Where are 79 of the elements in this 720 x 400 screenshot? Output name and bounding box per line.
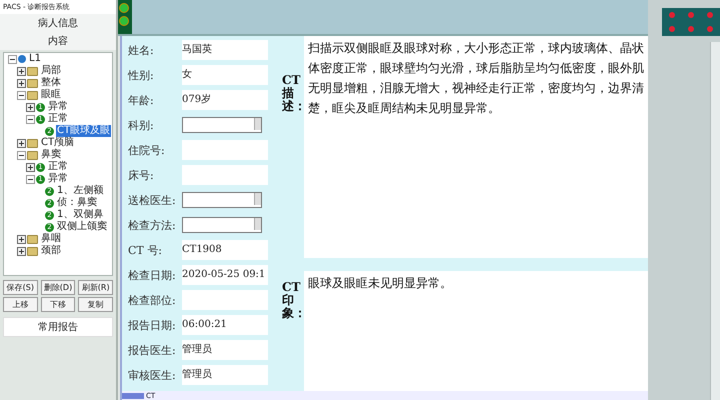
text-field[interactable]: 06:00:21 [182, 315, 268, 335]
tree-item[interactable]: 异常 [47, 173, 69, 185]
field-label: CT 号: [128, 242, 163, 258]
tree-item[interactable]: 眼眶 [40, 89, 62, 101]
field-label: 报告医生: [128, 342, 177, 358]
field-label: 审核医生: [128, 368, 177, 382]
expand-toggle[interactable] [17, 138, 26, 148]
folder-icon [27, 66, 38, 76]
expand-toggle[interactable] [26, 174, 35, 184]
field-label: 科别: [128, 118, 155, 132]
toolbar-button[interactable]: 上移 [3, 297, 38, 312]
sheet-nav-icon[interactable] [122, 392, 144, 398]
tree-item[interactable]: 正常 [47, 113, 69, 125]
tree-item[interactable]: 鼻窦 [40, 149, 62, 161]
tree-item[interactable]: 1、左侧额 [56, 185, 104, 197]
node-icon [18, 55, 26, 63]
expand-toggle[interactable] [26, 162, 35, 172]
text-field[interactable] [182, 140, 268, 160]
expand-toggle[interactable] [26, 102, 35, 112]
description-text[interactable]: 扫描示双侧眼眶及眼球对称，大小形态正常，球内玻璃体、晶状体密度正常，眼球壁均匀光滑，球后脂肪呈均匀低密度，眼外肌无明显增粗，泪腺无增大，视神经走行正常，密度均匀，边界清楚，眶尖及眶周结构未见明显异常。 [304, 36, 648, 258]
text-field[interactable]: 马国英 [182, 40, 268, 60]
toolbar-button[interactable]: 复制 [78, 297, 114, 312]
impression-label: CT印象： [282, 279, 304, 322]
tree-item[interactable]: 正常 [47, 161, 69, 173]
toolbar-button[interactable]: 下移 [40, 297, 76, 312]
folder-icon [27, 138, 38, 148]
description-label: CT描述： [282, 72, 304, 116]
expand-toggle[interactable] [8, 54, 17, 64]
text-field[interactable]: 079岁 [182, 90, 268, 110]
dropdown-field[interactable] [182, 117, 262, 133]
tree-item[interactable]: 颈部 [40, 245, 62, 257]
field-label: 报告日期: [128, 318, 177, 332]
tree-item[interactable]: 局部 [40, 65, 62, 77]
tree-item[interactable]: CT眼球及眼 [56, 125, 112, 137]
text-field[interactable]: 女 [182, 65, 268, 85]
field-label: 送检医生: [128, 192, 177, 208]
expand-toggle[interactable] [26, 114, 35, 124]
text-field[interactable]: CT1908 [182, 240, 268, 260]
panel-header: 病人信息 [0, 14, 116, 32]
panel-subheader: 内容 [0, 32, 116, 50]
text-field[interactable]: 管理员 [182, 340, 268, 360]
expand-toggle[interactable] [17, 78, 26, 88]
text-field[interactable]: 管理员 [182, 365, 268, 385]
folder-icon [27, 78, 38, 88]
text-field[interactable] [182, 290, 268, 310]
field-label: 床号: [128, 168, 155, 182]
tree-item[interactable]: 异常 [47, 101, 69, 113]
folder-icon [27, 90, 38, 100]
common-reports-button[interactable]: 常用报告 [3, 317, 113, 337]
text-field[interactable] [182, 165, 268, 185]
folder-icon [27, 150, 38, 160]
expand-toggle[interactable] [17, 66, 26, 76]
tree-item[interactable]: CT颅脑 [40, 137, 76, 149]
tree-item[interactable]: 1、双侧鼻 [56, 209, 104, 221]
expand-toggle[interactable] [17, 90, 26, 100]
text-field[interactable]: 2020-05-25 09:1 [182, 265, 268, 285]
field-label: 姓名: [128, 42, 155, 58]
expand-toggle[interactable] [17, 246, 26, 256]
toolbar-button[interactable]: 保存(S) [3, 280, 38, 295]
field-label: 检查方法: [128, 218, 177, 232]
tree-item[interactable]: 侦：鼻窦 [56, 197, 98, 209]
field-label: 性别: [128, 68, 155, 82]
dropdown-field[interactable] [182, 192, 262, 208]
field-label: 检查日期: [128, 268, 177, 282]
impression-text[interactable]: 眼球及眼眶未见明显异常。 [304, 271, 648, 391]
tree-item[interactable]: 鼻咽 [40, 233, 62, 245]
folder-icon [27, 234, 38, 244]
expand-toggle[interactable] [17, 234, 26, 244]
toolbar-button[interactable]: 刷新(R) [78, 280, 114, 295]
folder-icon [27, 246, 38, 256]
field-label: 住院号: [128, 142, 166, 158]
dropdown-field[interactable] [182, 217, 262, 233]
tree-item[interactable]: L1 [28, 53, 42, 65]
toolbar-button[interactable]: 删除(D) [40, 280, 76, 295]
expand-toggle[interactable] [17, 150, 26, 160]
field-label: 年龄: [128, 92, 155, 108]
field-label: 检查部位: [128, 292, 177, 308]
tree-item[interactable]: 整体 [40, 77, 62, 89]
tree-item[interactable]: 双侧上颌窦 [56, 221, 108, 233]
